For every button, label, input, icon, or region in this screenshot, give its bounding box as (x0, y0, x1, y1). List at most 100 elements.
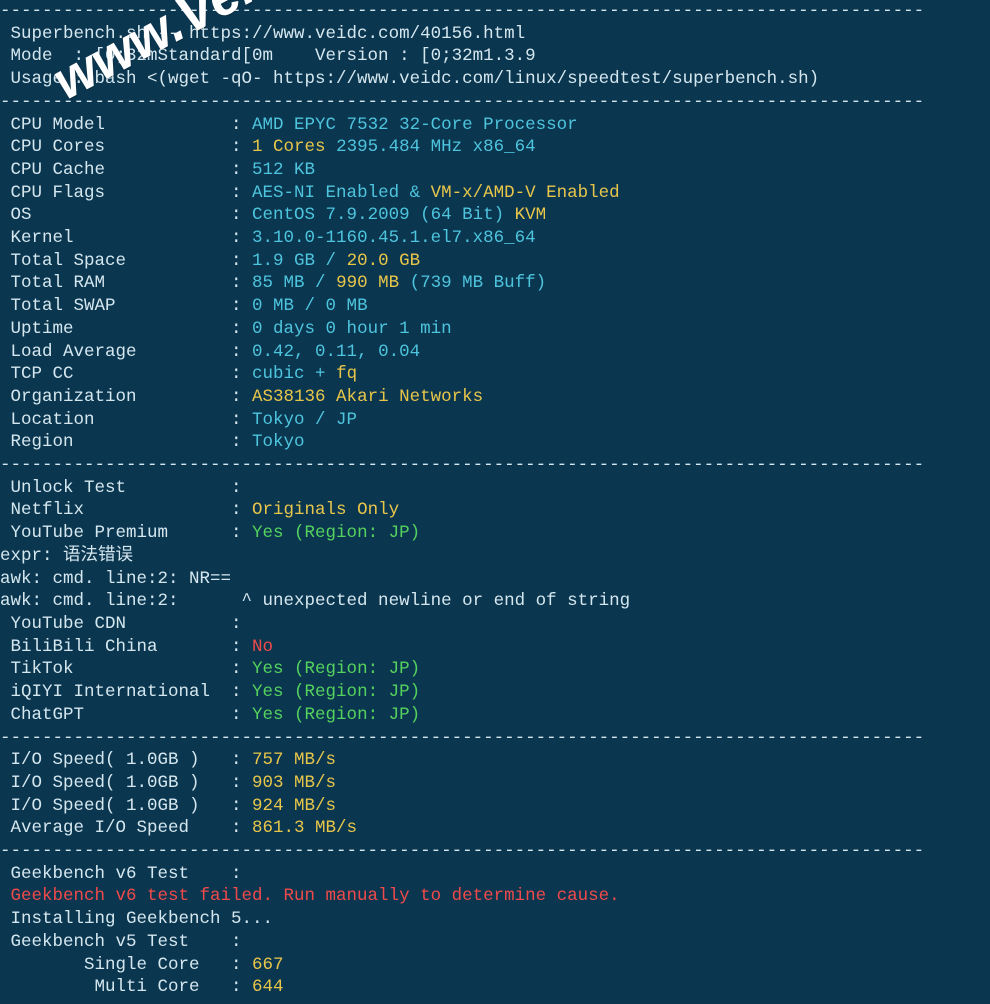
label: Single Core : (0, 955, 252, 975)
value: 924 MB/s (252, 796, 336, 816)
row-total-ram: Total RAM : 85 MB / 990 MB (739 MB Buff) (0, 273, 546, 293)
value: Yes (Region: JP) (252, 705, 420, 725)
row-location: Location : Tokyo / JP (0, 410, 357, 430)
value: 1 Cores (252, 137, 336, 157)
label: Region : (0, 432, 252, 452)
row-youtube-cdn: YouTube CDN : (0, 614, 242, 634)
label: TCP CC : (0, 364, 252, 384)
value: fq (336, 364, 357, 384)
terminal-window: www.Veidc.com --------------------------… (0, 0, 990, 1004)
row-io-3: I/O Speed( 1.0GB ) : 924 MB/s (0, 796, 336, 816)
value: VM-x/AMD-V Enabled (431, 183, 620, 203)
value: Tokyo / JP (252, 410, 357, 430)
label: Total RAM : (0, 273, 252, 293)
value: 0 days 0 hour 1 min (252, 319, 452, 339)
label: CPU Model : (0, 115, 252, 135)
row-geekbench-v6: Geekbench v6 Test : (0, 864, 242, 884)
value: 85 MB / (252, 273, 336, 293)
divider: ----------------------------------------… (0, 455, 924, 475)
label: BiliBili China : (0, 637, 252, 657)
value: 0 MB / 0 MB (252, 296, 368, 316)
row-bilibili: BiliBili China : No (0, 637, 273, 657)
row-kernel: Kernel : 3.10.0-1160.45.1.el7.x86_64 (0, 228, 536, 248)
value: Yes (Region: JP) (252, 682, 420, 702)
row-geekbench-v5: Geekbench v5 Test : (0, 932, 242, 952)
row-geekbench-multi: Multi Core : 644 (0, 977, 284, 997)
row-cpu-flags: CPU Flags : AES-NI Enabled & VM-x/AMD-V … (0, 183, 620, 203)
row-io-1: I/O Speed( 1.0GB ) : 757 MB/s (0, 750, 336, 770)
label: OS : (0, 205, 252, 225)
row-iqiyi: iQIYI International : Yes (Region: JP) (0, 682, 420, 702)
row-tcp-cc: TCP CC : cubic + fq (0, 364, 357, 384)
divider: ----------------------------------------… (0, 728, 924, 748)
value: 757 MB/s (252, 750, 336, 770)
label: Organization : (0, 387, 252, 407)
value: 3.10.0-1160.45.1.el7.x86_64 (252, 228, 536, 248)
value: CentOS 7.9.2009 (64 Bit) (252, 205, 515, 225)
row-tiktok: TikTok : Yes (Region: JP) (0, 659, 420, 679)
row-geekbench-single: Single Core : 667 (0, 955, 284, 975)
row-error-awk1: awk: cmd. line:2: NR== (0, 569, 231, 589)
row-cpu-model: CPU Model : AMD EPYC 7532 32-Core Proces… (0, 115, 578, 135)
label: YouTube Premium : (0, 523, 252, 543)
value: (739 MB Buff) (410, 273, 547, 293)
label: I/O Speed( 1.0GB ) : (0, 773, 252, 793)
value: 2395.484 MHz x86_64 (336, 137, 536, 157)
label: Kernel : (0, 228, 252, 248)
header-title: Superbench.sh -- https://www.veidc.com/4… (0, 24, 525, 44)
label: CPU Cores : (0, 137, 252, 157)
row-error-awk2: awk: cmd. line:2: ^ unexpected newline o… (0, 591, 630, 611)
value: 861.3 MB/s (252, 818, 357, 838)
row-netflix: Netflix : Originals Only (0, 500, 399, 520)
row-cpu-cache: CPU Cache : 512 KB (0, 160, 315, 180)
value: AMD EPYC 7532 32-Core Processor (252, 115, 578, 135)
row-error-expr: expr: 语法错误 (0, 546, 133, 566)
row-organization: Organization : AS38136 Akari Networks (0, 387, 483, 407)
label: TikTok : (0, 659, 252, 679)
label: Total Space : (0, 251, 252, 271)
label: Netflix : (0, 500, 252, 520)
row-io-avg: Average I/O Speed : 861.3 MB/s (0, 818, 357, 838)
divider: ----------------------------------------… (0, 1000, 924, 1004)
value: 1.9 GB / (252, 251, 347, 271)
label: Uptime : (0, 319, 252, 339)
row-chatgpt: ChatGPT : Yes (Region: JP) (0, 705, 420, 725)
header-mode: Mode : [0;32mStandard[0m Version : [0;32… (0, 46, 536, 66)
value: Originals Only (252, 500, 399, 520)
row-uptime: Uptime : 0 days 0 hour 1 min (0, 319, 452, 339)
row-os: OS : CentOS 7.9.2009 (64 Bit) KVM (0, 205, 546, 225)
value: 903 MB/s (252, 773, 336, 793)
label: Total SWAP : (0, 296, 252, 316)
row-total-space: Total Space : 1.9 GB / 20.0 GB (0, 251, 420, 271)
value: AS38136 Akari Networks (252, 387, 483, 407)
label: ChatGPT : (0, 705, 252, 725)
divider: ----------------------------------------… (0, 841, 924, 861)
label: I/O Speed( 1.0GB ) : (0, 796, 252, 816)
value: No (252, 637, 273, 657)
row-youtube-premium: YouTube Premium : Yes (Region: JP) (0, 523, 420, 543)
value: 667 (252, 955, 284, 975)
label: CPU Cache : (0, 160, 252, 180)
terminal-output[interactable]: ----------------------------------------… (0, 0, 990, 1004)
row-total-swap: Total SWAP : 0 MB / 0 MB (0, 296, 368, 316)
row-io-2: I/O Speed( 1.0GB ) : 903 MB/s (0, 773, 336, 793)
label: Location : (0, 410, 252, 430)
label: I/O Speed( 1.0GB ) : (0, 750, 252, 770)
row-geekbench-fail: Geekbench v6 test failed. Run manually t… (0, 886, 620, 906)
label: CPU Flags : (0, 183, 252, 203)
row-load-average: Load Average : 0.42, 0.11, 0.04 (0, 342, 420, 362)
value: Tokyo (252, 432, 305, 452)
row-unlock-test: Unlock Test : (0, 478, 242, 498)
row-geekbench-install: Installing Geekbench 5... (0, 909, 273, 929)
row-cpu-cores: CPU Cores : 1 Cores 2395.484 MHz x86_64 (0, 137, 536, 157)
value: 512 KB (252, 160, 315, 180)
label: Multi Core : (0, 977, 252, 997)
value: cubic + (252, 364, 336, 384)
divider: ----------------------------------------… (0, 1, 924, 21)
value: Yes (Region: JP) (252, 523, 420, 543)
divider: ----------------------------------------… (0, 92, 924, 112)
value: AES-NI Enabled & (252, 183, 431, 203)
value: 20.0 GB (347, 251, 421, 271)
header-usage: Usage : bash <(wget -qO- https://www.vei… (0, 69, 819, 89)
label: Load Average : (0, 342, 252, 362)
